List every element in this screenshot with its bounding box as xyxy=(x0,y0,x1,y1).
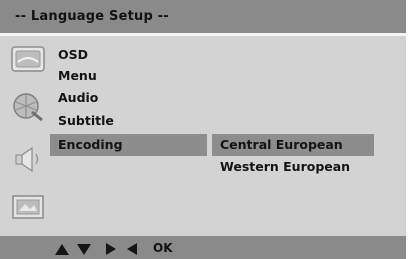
audio-setup-icon[interactable] xyxy=(8,144,48,174)
menu-item-menu[interactable]: Menu xyxy=(58,67,188,85)
up-arrow-icon xyxy=(54,241,70,257)
title-bar: -- Language Setup -- xyxy=(0,0,406,36)
menu-item-osd[interactable]: OSD xyxy=(58,46,188,64)
page-title: -- Language Setup -- xyxy=(15,9,169,24)
menu-item-audio[interactable]: Audio xyxy=(58,89,188,107)
right-edge-strip xyxy=(406,0,414,259)
language-setup-screen: -- Language Setup -- OSD Menu Audio Subt… xyxy=(0,0,414,259)
ok-label: OK xyxy=(153,241,173,255)
option-central-european[interactable]: Central European xyxy=(212,134,374,156)
left-arrow-icon xyxy=(124,241,140,257)
preference-setup-icon[interactable] xyxy=(8,192,48,222)
general-setup-icon[interactable] xyxy=(8,44,48,74)
down-arrow-icon xyxy=(76,241,92,257)
menu-item-encoding[interactable]: Encoding xyxy=(50,134,207,156)
setup-category-icons xyxy=(8,40,50,240)
menu-item-subtitle[interactable]: Subtitle xyxy=(58,112,188,130)
navigation-footer: OK xyxy=(0,236,406,259)
right-arrow-icon xyxy=(103,241,119,257)
video-setup-icon[interactable] xyxy=(8,92,48,122)
option-western-european[interactable]: Western European xyxy=(212,156,374,178)
